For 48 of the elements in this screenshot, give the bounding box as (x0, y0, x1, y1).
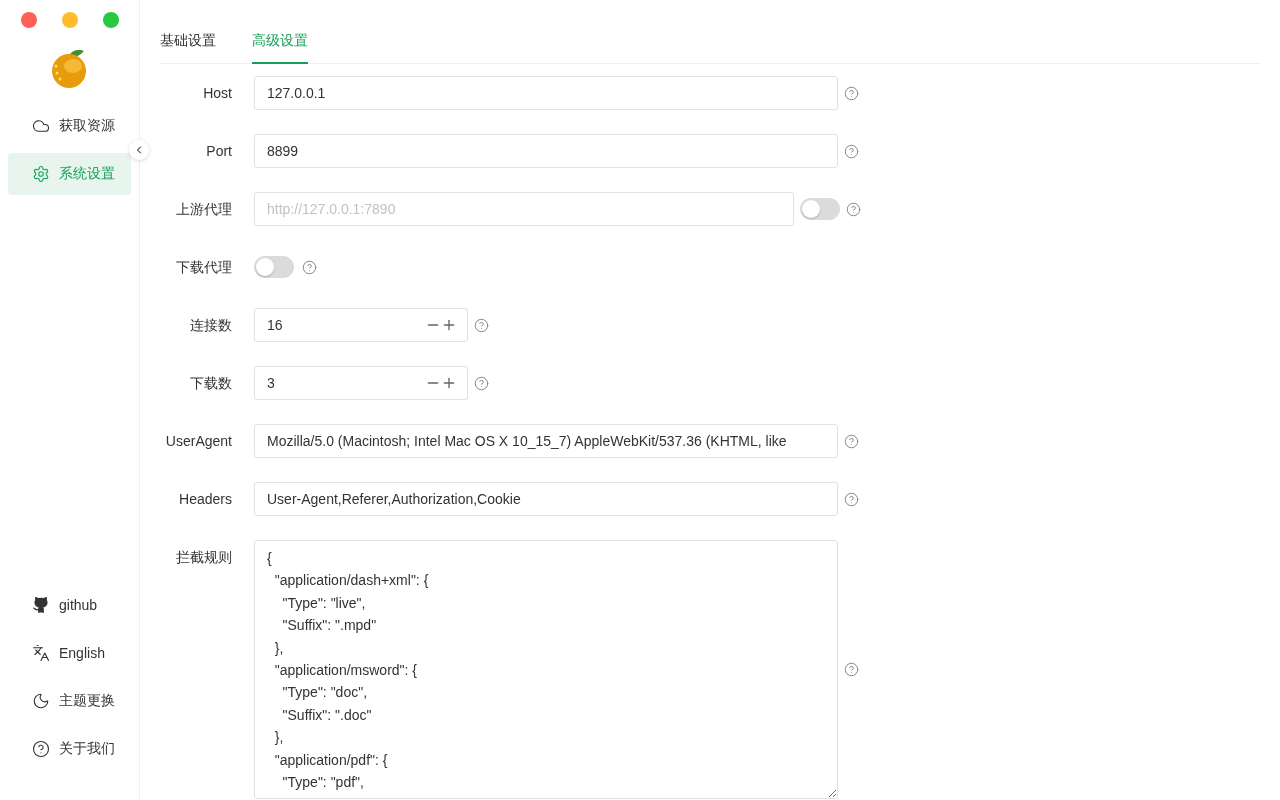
help-icon[interactable] (844, 85, 859, 101)
field-label: Host (202, 84, 232, 103)
field-label: Port (205, 142, 232, 161)
field-label: 上游代理 (175, 200, 232, 219)
help-icon[interactable] (844, 491, 859, 507)
tab[interactable]: 基础设置 (160, 24, 216, 64)
text-field[interactable]: 127.0.0.1 (254, 76, 838, 110)
collapse-button[interactable] (129, 140, 149, 160)
cloud-icon (32, 117, 50, 135)
minimize-button[interactable] (62, 12, 78, 28)
toggle-switch[interactable] (254, 256, 294, 278)
help-icon[interactable] (302, 259, 317, 275)
number-field[interactable]: 3 (254, 366, 468, 400)
field-label: 连接数 (189, 316, 232, 335)
github-icon (32, 596, 50, 614)
number-field[interactable]: 16 (254, 308, 468, 342)
field-label: 拦截规则 (175, 548, 232, 567)
close-button[interactable] (21, 12, 37, 28)
sidebar-item[interactable]: 关于我们 (8, 728, 131, 770)
text-area[interactable]: { "application/dash+xml": { "Type": "live", "Suffix": ".mpd" }, "application/msword": { "Type": "doc", "Suffix": ".doc" }, "application/pdf": { "Type": "pdf", (254, 540, 838, 799)
maximize-button[interactable] (103, 12, 119, 28)
fruit-logo (49, 47, 88, 89)
text-field[interactable]: http://127.0.0.1:7890 (254, 192, 794, 226)
settings-icon (32, 165, 50, 183)
help-icon[interactable] (844, 433, 859, 449)
tab[interactable]: 高级设置 (252, 24, 308, 64)
text-field[interactable]: Mozilla/5.0 (Macintosh; Intel Mac OS X 10_15_7) AppleWebKit/537.36 (KHTML, like (254, 424, 838, 458)
help-icon[interactable] (844, 143, 859, 159)
field-label: 下载代理 (175, 258, 232, 277)
text-field[interactable]: User-Agent,Referer,Authorization,Cookie (254, 482, 838, 516)
text-field[interactable]: 8899 (254, 134, 838, 168)
sidebar-item[interactable]: 获取资源 (8, 105, 131, 147)
sidebar-item[interactable]: English (8, 632, 131, 674)
help-icon[interactable] (474, 317, 489, 333)
help-icon[interactable] (844, 662, 859, 677)
toggle-switch[interactable] (800, 198, 840, 220)
help-icon[interactable] (846, 201, 861, 217)
help-icon[interactable] (474, 375, 489, 391)
field-label: Headers (178, 490, 232, 509)
plus-icon[interactable] (441, 317, 457, 333)
field-label: UserAgent (164, 432, 232, 451)
sidebar-item[interactable]: github (8, 584, 131, 626)
field-label: 下载数 (189, 374, 232, 393)
moon-icon (32, 692, 50, 710)
translate-icon (32, 644, 50, 662)
sidebar-item[interactable]: 主题更换 (8, 680, 131, 722)
plus-icon[interactable] (441, 375, 457, 391)
help-icon (32, 740, 50, 758)
